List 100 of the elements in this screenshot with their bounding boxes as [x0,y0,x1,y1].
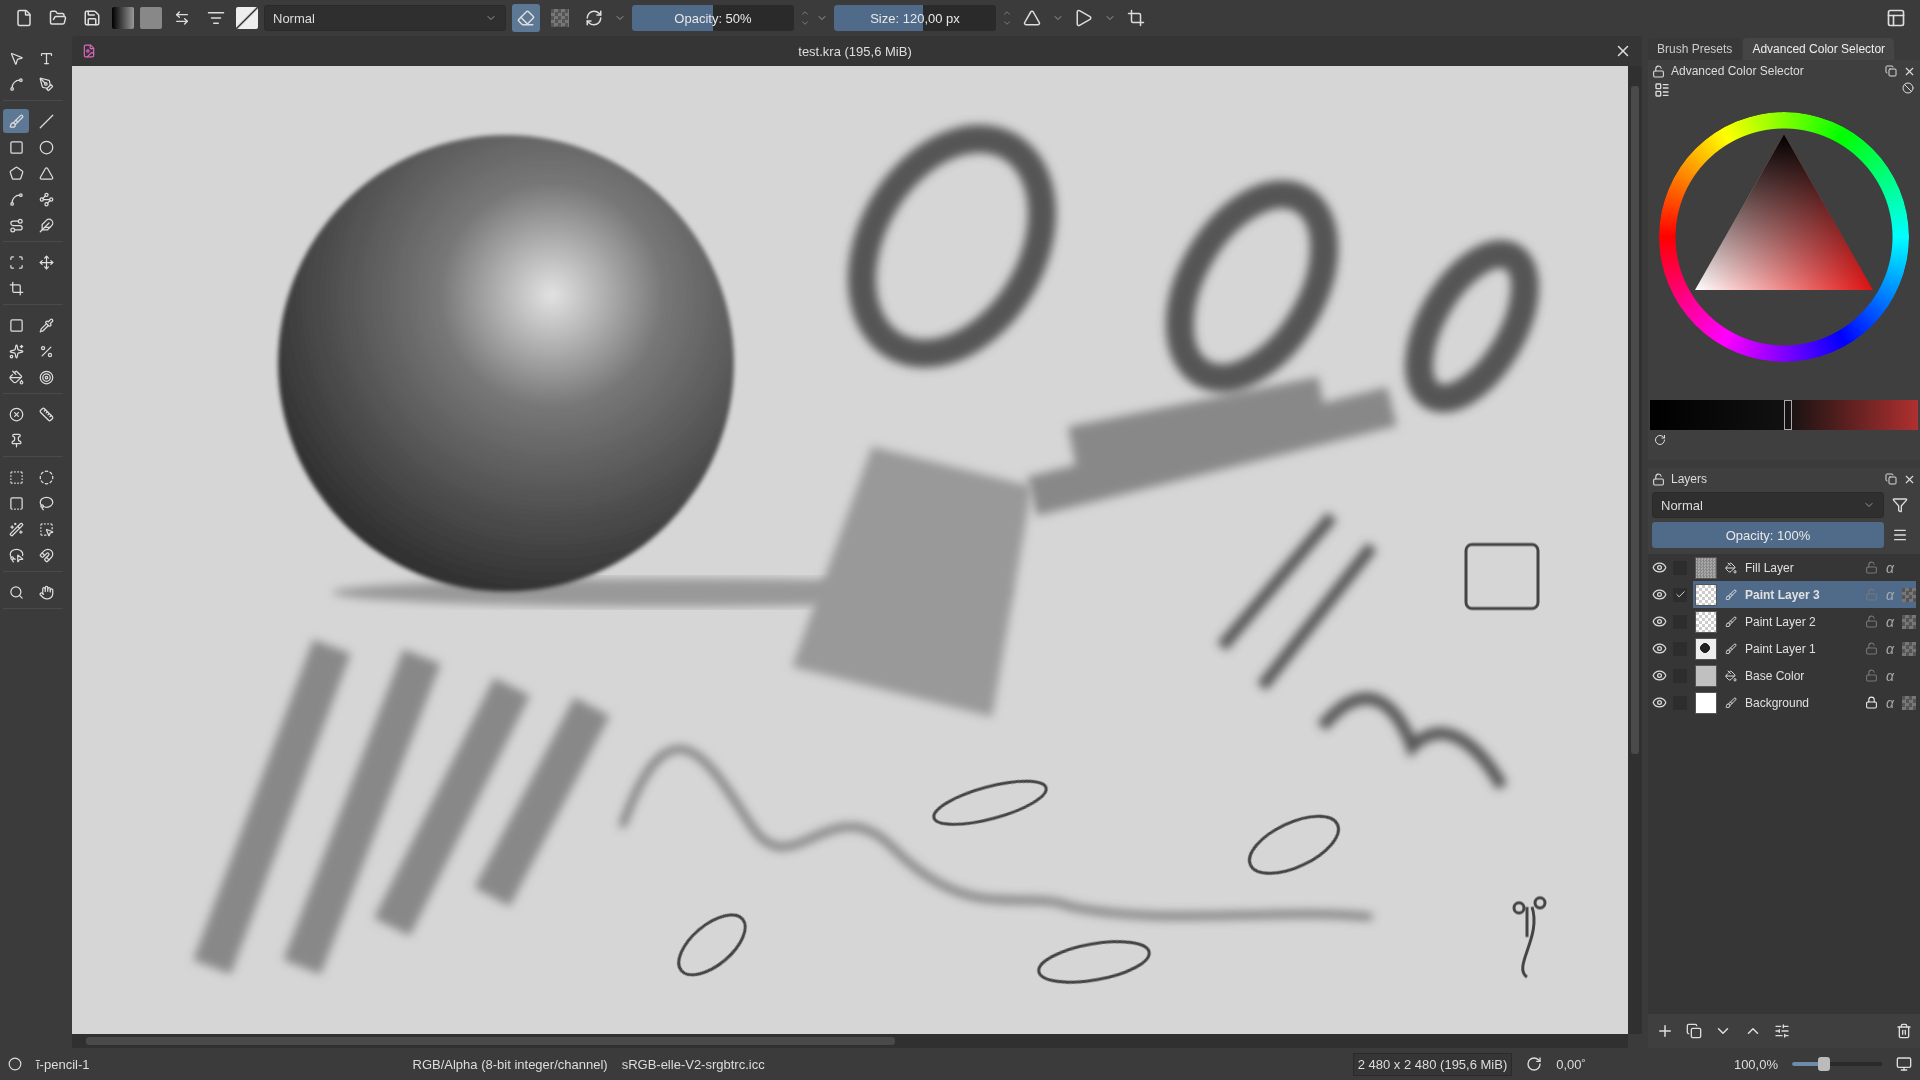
pin-icon [8,432,24,448]
magnetic-select-icon [38,547,54,563]
layer-row[interactable]: Fill Layer α [1693,554,1916,581]
pan-icon [38,584,54,600]
filter-icon[interactable] [1892,497,1908,513]
paint-layer-icon [1725,696,1737,709]
select-icon [8,50,24,66]
assistant-icon [8,406,24,422]
ellipse-select-icon [38,469,54,485]
document-title: test.kra (195,6 MiB) [798,43,912,59]
layer-row[interactable]: Paint Layer 2 α [1693,608,1916,635]
swap-arrows-icon [174,10,190,26]
crop-icon [1127,9,1145,27]
fill-icon [8,369,24,385]
blend-mode-dropdown[interactable]: Normal [264,5,506,31]
reset-icon[interactable] [1654,434,1666,446]
crop-icon [8,280,24,296]
layer-row[interactable]: Background α [1693,689,1916,716]
transform-icon [8,254,24,270]
triangle-icon [1023,9,1041,27]
folder-icon [49,9,67,27]
paint-layer-icon [1725,588,1737,601]
blend-mode-dropdown[interactable]: Normal [1652,492,1884,518]
slider-thumb[interactable] [1817,1057,1830,1071]
layer-thumbnail [1695,610,1717,633]
document-icon [15,9,33,27]
freehand-icon [8,217,24,233]
lock-icon[interactable] [1652,64,1665,78]
gradient-swatch[interactable] [112,7,134,29]
inherit-alpha-icon[interactable] [1902,695,1916,710]
display-icon[interactable] [1896,1056,1912,1072]
visibility-icon[interactable] [1652,614,1667,629]
visibility-icon[interactable] [1652,560,1667,575]
poly-select-icon [8,495,24,511]
visibility-icon[interactable] [1652,641,1667,656]
path-icon [38,191,54,207]
percent-icon [38,343,54,359]
opacity-slider[interactable]: Opacity: 100% [1652,522,1884,548]
brush-name: ĩ-pencil-1 [36,1056,90,1072]
ellipse-icon [38,139,54,155]
vertical-scrollbar[interactable] [1628,66,1642,1034]
visibility-icon[interactable] [1652,668,1667,683]
layer-thumbnail [1695,664,1717,687]
duplicate-icon[interactable] [1686,1023,1702,1039]
color-select-icon [38,521,54,537]
lock-icon[interactable] [1865,696,1878,709]
panels-icon [1886,8,1906,28]
patch-icon [8,343,24,359]
properties-icon[interactable] [1774,1023,1790,1039]
alpha-lock-toggle[interactable]: α [1886,640,1894,657]
inherit-alpha-icon[interactable] [1902,614,1916,629]
visibility-icon[interactable] [1652,695,1667,710]
alpha-lock-toggle[interactable]: α [1886,559,1894,576]
add-layer-icon[interactable] [1656,1022,1674,1040]
lock-icon[interactable] [1652,472,1665,486]
text-icon [38,50,54,66]
shade-selector[interactable] [1650,400,1918,430]
alpha-lock-toggle[interactable]: α [1886,667,1894,684]
enclose-icon [38,369,54,385]
pattern-swatch[interactable] [140,7,162,29]
delete-icon[interactable] [1896,1023,1912,1039]
alpha-lock-toggle[interactable]: α [1886,694,1894,711]
layer-checkbox[interactable] [1673,587,1687,602]
layer-thumbnail [1695,637,1717,660]
bezier-select-icon [8,547,24,563]
rotation-angle: 0,00˚ [1556,1056,1586,1072]
settings-icon[interactable] [1654,82,1670,98]
horizontal-scrollbar[interactable] [72,1034,1628,1048]
image-size: 2 480 x 2 480 (195,6 MiB) [1352,1052,1513,1076]
selection-icon [8,1057,22,1071]
menu-icon[interactable] [1892,527,1908,543]
brush-icon [8,113,24,129]
layer-thumbnail [1695,556,1717,579]
zoom-level: 100,0% [1733,1056,1778,1072]
no-color-icon[interactable] [1902,82,1914,94]
color-model: RGB/Alpha (8-bit integer/channel) [412,1056,608,1072]
paint-layer-icon [1725,615,1737,628]
layer-row[interactable]: Base Color α [1693,662,1916,689]
measure-icon [38,406,54,422]
brush-preset-swatch[interactable] [236,7,258,29]
line-icon [38,113,54,129]
layer-thumbnail [1695,691,1717,714]
alpha-lock-toggle[interactable]: α [1886,613,1894,630]
inherit-alpha-icon[interactable] [1902,641,1916,656]
fill-layer-icon [1725,669,1737,682]
zoom-icon [8,584,24,600]
color-triangle[interactable] [1695,134,1873,290]
layer-row[interactable]: Paint Layer 1 α [1693,635,1916,662]
brush-tool-button[interactable] [3,109,29,133]
dynamic-icon [38,217,54,233]
dock-tab[interactable]: Advanced Color Selector [1743,38,1895,60]
rect-select-icon [8,469,24,485]
eraser-icon [517,9,535,27]
save-icon [83,9,101,27]
float-icon[interactable] [1885,473,1897,485]
visibility-icon[interactable] [1652,587,1667,602]
bezier-icon [8,191,24,207]
lines-icon [207,9,225,27]
float-icon[interactable] [1885,65,1897,77]
eraser-mode-button[interactable] [512,4,540,32]
